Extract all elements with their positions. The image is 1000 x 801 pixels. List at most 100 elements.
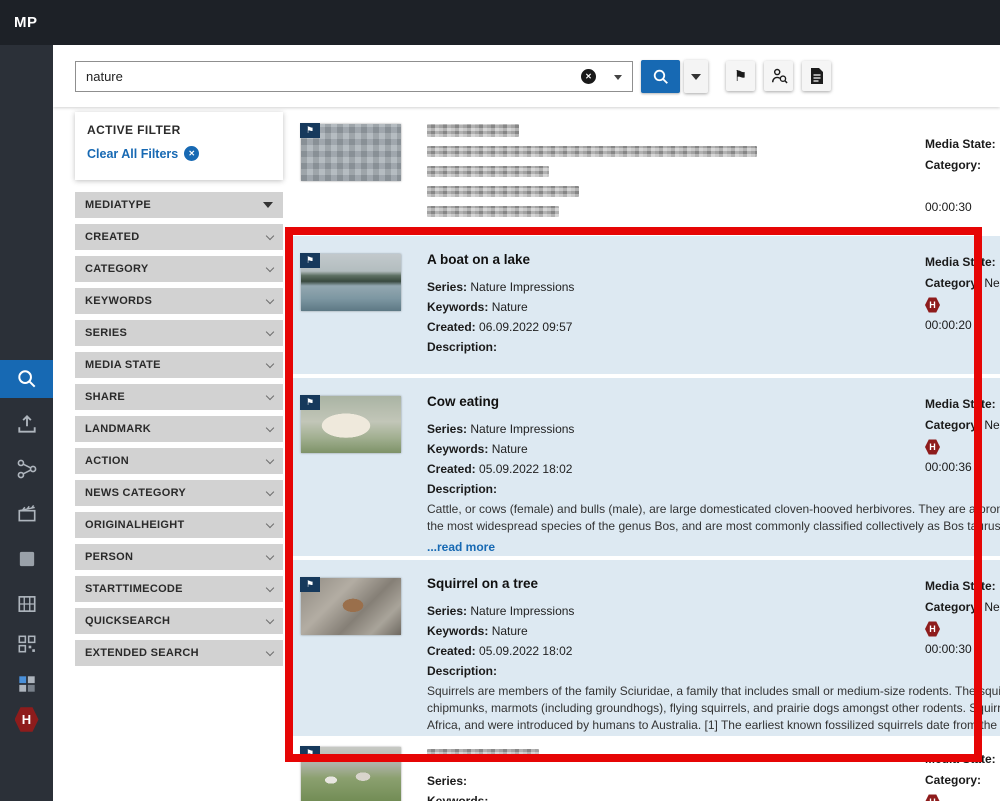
- filter-group-starttimecode[interactable]: STARTTIMECODE: [75, 576, 283, 602]
- filter-group-media-state[interactable]: MEDIA STATE: [75, 352, 283, 378]
- clapperboard-icon: [16, 503, 38, 525]
- filter-group-originalheight[interactable]: ORIGINALHEIGHT: [75, 512, 283, 538]
- hexagon-badge: H: [925, 794, 940, 801]
- description-text: Cattle, or cows (female) and bulls (male…: [427, 501, 1000, 535]
- filter-group-label: KEYWORDS: [85, 295, 152, 307]
- filter-group-quicksearch[interactable]: QUICKSEARCH: [75, 608, 283, 634]
- bookmark-icon: ⚑: [734, 67, 747, 85]
- description-text: Squirrels are members of the family Sciu…: [427, 683, 1000, 735]
- sidebar-item-brand[interactable]: H: [0, 697, 53, 741]
- category-value: Ne: [984, 418, 999, 432]
- sidebar-item-square[interactable]: [0, 540, 53, 578]
- filter-group-share[interactable]: SHARE: [75, 384, 283, 410]
- filter-group-label: ORIGINALHEIGHT: [85, 519, 185, 531]
- chevron-down-icon: [266, 647, 274, 655]
- search-input[interactable]: [76, 62, 632, 91]
- filter-group-label: SERIES: [85, 327, 127, 339]
- created-value: 06.09.2022 09:57: [479, 320, 572, 334]
- search-options-button[interactable]: [684, 60, 708, 93]
- duration-value: 00:00:36: [925, 457, 1000, 478]
- result-row[interactable]: ⚑ A boat on a lake Series: Nature Impres…: [285, 236, 1000, 374]
- search-box: ✕: [75, 61, 633, 92]
- filter-group-label: NEWS CATEGORY: [85, 487, 186, 499]
- result-meta: Media State: Category: 00:00:30: [925, 134, 1000, 218]
- result-thumbnail[interactable]: ⚑: [301, 396, 401, 453]
- result-thumbnail[interactable]: ⚑: [301, 254, 401, 311]
- flag-icon: ⚑: [300, 746, 320, 761]
- result-thumbnail[interactable]: ⚑: [301, 578, 401, 635]
- result-meta: Media State: Category: H: [925, 749, 1000, 801]
- hexagon-badge: H: [925, 621, 940, 637]
- flag-icon: ⚑: [300, 253, 320, 268]
- filter-group-keywords[interactable]: KEYWORDS: [75, 288, 283, 314]
- filter-group-label: ACTION: [85, 455, 129, 467]
- result-title: Cow eating: [427, 394, 1000, 409]
- search-icon: [16, 368, 38, 390]
- redacted-line: [427, 206, 559, 217]
- meta-spacer: [925, 176, 1000, 197]
- sidebar-item-film-grid[interactable]: [0, 585, 53, 623]
- app-logo: MP: [14, 0, 1000, 45]
- search-button[interactable]: [641, 60, 680, 93]
- filter-group-news-category[interactable]: NEWS CATEGORY: [75, 480, 283, 506]
- series-value: Nature Impressions: [470, 280, 574, 294]
- read-more-link[interactable]: ...read more: [427, 540, 495, 554]
- redacted-title: [427, 124, 519, 137]
- result-thumbnail[interactable]: ⚑: [301, 747, 401, 801]
- result-row[interactable]: ⚑ Series: Keywords: Media State: Categor…: [285, 741, 1000, 801]
- media-state-label: Media State:: [925, 749, 1000, 770]
- sidebar-item-search[interactable]: [0, 360, 53, 398]
- result-row[interactable]: ⚑ Cow eating Series: Nature Impressions …: [285, 378, 1000, 556]
- result-row[interactable]: ⚑ Squirrel on a tree Series: Nature Impr…: [285, 560, 1000, 736]
- filter-group-action[interactable]: ACTION: [75, 448, 283, 474]
- redacted-line: [427, 186, 579, 197]
- filter-group-label: PERSON: [85, 551, 133, 563]
- keywords-label: Keywords:: [427, 624, 488, 638]
- filter-group-category[interactable]: CATEGORY: [75, 256, 283, 282]
- filter-group-created[interactable]: CREATED: [75, 224, 283, 250]
- result-row[interactable]: ⚑ Media State: Category: 00:00:30: [285, 112, 1000, 232]
- clear-all-filters-label: Clear All Filters: [87, 147, 178, 161]
- filter-group-mediatype[interactable]: MEDIATYPE: [75, 192, 283, 218]
- network-icon: [16, 458, 38, 480]
- clear-search-icon[interactable]: ✕: [581, 69, 596, 84]
- filter-group-label: CATEGORY: [85, 263, 149, 275]
- sidebar-item-clapperboard[interactable]: [0, 495, 53, 533]
- sidebar-item-qrcode[interactable]: [0, 625, 53, 663]
- result-meta: Media State: Category: Ne H 00:00:30: [925, 576, 1000, 660]
- filter-group-person[interactable]: PERSON: [75, 544, 283, 570]
- result-title: Squirrel on a tree: [427, 576, 1000, 591]
- sidebar-item-upload[interactable]: [0, 405, 53, 443]
- chevron-down-icon: [266, 615, 274, 623]
- saved-searches-button[interactable]: ⚑: [726, 61, 755, 91]
- chevron-down-icon: [266, 551, 274, 559]
- description-label: Description:: [427, 482, 497, 496]
- search-history-caret-icon[interactable]: [614, 75, 622, 80]
- series-label: Series:: [427, 422, 467, 436]
- redacted-text-block: [427, 124, 1000, 217]
- filter-group-series[interactable]: SERIES: [75, 320, 283, 346]
- clear-all-filters-link[interactable]: Clear All Filters ✕: [87, 146, 271, 161]
- sidebar-item-connections[interactable]: [0, 450, 53, 488]
- series-value: Nature Impressions: [470, 604, 574, 618]
- report-button[interactable]: [802, 61, 831, 91]
- filter-group-landmark[interactable]: LANDMARK: [75, 416, 283, 442]
- series-label: Series:: [427, 604, 467, 618]
- category-value: Ne: [984, 276, 999, 290]
- result-thumbnail[interactable]: ⚑: [301, 124, 401, 181]
- chevron-down-icon: [266, 487, 274, 495]
- chevron-down-icon: [266, 423, 274, 431]
- chevron-down-icon: [691, 74, 701, 80]
- filter-group-extended-search[interactable]: EXTENDED SEARCH: [75, 640, 283, 666]
- film-grid-icon: [16, 593, 38, 615]
- filter-group-label: MEDIA STATE: [85, 359, 161, 371]
- person-search-icon: [770, 67, 788, 85]
- chevron-down-icon: [266, 263, 274, 271]
- category-label: Category:: [925, 418, 981, 432]
- hexagon-letter: H: [929, 300, 936, 310]
- filter-group-label: EXTENDED SEARCH: [85, 647, 199, 659]
- filter-group-label: CREATED: [85, 231, 139, 243]
- upload-icon: [16, 413, 38, 435]
- person-search-button[interactable]: [764, 61, 793, 91]
- hexagon-letter: H: [22, 712, 31, 727]
